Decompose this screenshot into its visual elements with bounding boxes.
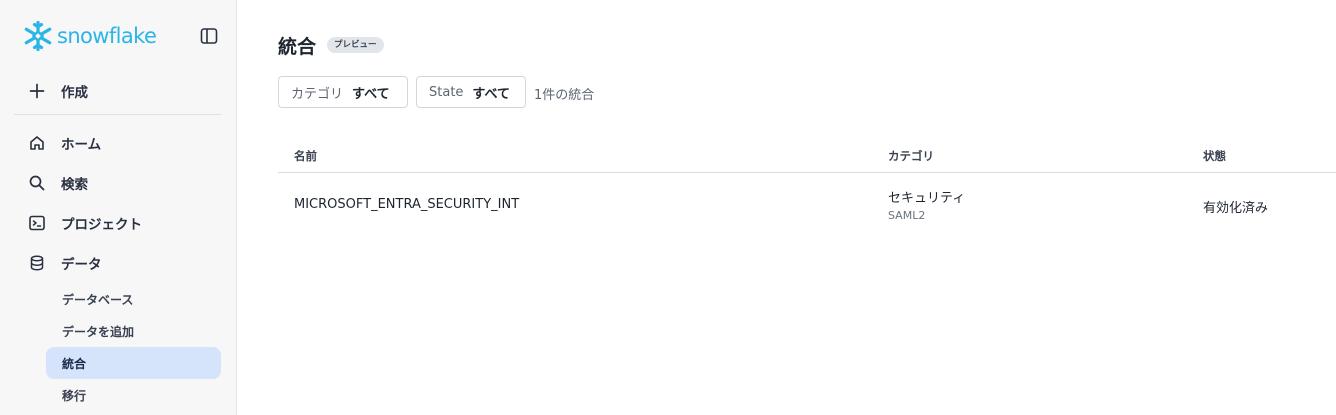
column-header-name[interactable]: 名前 <box>294 148 317 164</box>
plus-icon <box>29 83 45 99</box>
preview-badge: プレビュー <box>327 37 384 53</box>
collapse-sidebar-button[interactable] <box>199 26 219 46</box>
sidebar-item-data[interactable]: データ <box>28 253 102 273</box>
table-header: 名前 カテゴリ 状態 <box>278 140 1336 173</box>
sidebar-item-label: 検索 <box>61 177 88 193</box>
integration-name[interactable]: MICROSOFT_ENTRA_SECURITY_INT <box>294 197 519 212</box>
state-filter-button[interactable]: State すべて <box>416 76 526 108</box>
create-button[interactable]: 作成 <box>28 81 88 101</box>
integration-status: 有効化済み <box>1203 201 1269 216</box>
integration-count: 1件の統合 <box>534 88 595 103</box>
integration-subcategory: SAML2 <box>888 209 926 222</box>
filter-label: State <box>429 84 464 100</box>
create-label: 作成 <box>61 85 88 101</box>
snowflake-logo[interactable]: snowflake <box>22 19 157 53</box>
column-header-category[interactable]: カテゴリ <box>888 148 934 164</box>
database-icon <box>30 255 44 271</box>
main-content: 統合 プレビュー カテゴリ すべて State すべて 1件の統合 名前 カテゴ… <box>238 0 1336 415</box>
sidebar-item-home[interactable]: ホーム <box>28 133 101 153</box>
filter-label: カテゴリ <box>291 86 344 102</box>
sidebar-subitem-integrations[interactable]: 統合 <box>46 347 221 379</box>
column-header-status[interactable]: 状態 <box>1203 148 1226 164</box>
sidebar-item-search[interactable]: 検索 <box>28 173 88 193</box>
sidebar-item-label: データ <box>61 257 102 273</box>
table-row[interactable]: MICROSOFT_ENTRA_SECURITY_INT セキュリティ SAML… <box>278 173 1336 237</box>
sidebar: snowflake 作成 ホーム 検索 プロジェクト データ データベース デー… <box>0 0 237 415</box>
home-icon <box>30 136 44 150</box>
sidebar-item-label: ホーム <box>61 137 102 153</box>
sidebar-subitem-databases[interactable]: データベース <box>46 283 221 315</box>
logo-text: snowflake <box>57 24 157 48</box>
sidebar-item-projects[interactable]: プロジェクト <box>28 213 142 233</box>
terminal-icon <box>29 215 45 231</box>
sidebar-toggle-icon <box>200 28 218 44</box>
integration-category: セキュリティ <box>888 191 966 206</box>
filter-value: すべて <box>472 86 510 102</box>
sidebar-divider <box>14 114 221 115</box>
sidebar-subitem-migration[interactable]: 移行 <box>46 379 221 411</box>
sidebar-item-label: プロジェクト <box>61 217 142 233</box>
search-icon <box>29 175 45 191</box>
filter-value: すべて <box>352 86 390 102</box>
sidebar-subitem-add-data[interactable]: データを追加 <box>46 315 221 347</box>
category-filter-button[interactable]: カテゴリ すべて <box>278 76 408 108</box>
snowflake-logo-icon <box>24 20 52 52</box>
page-title: 統合 <box>278 36 317 58</box>
